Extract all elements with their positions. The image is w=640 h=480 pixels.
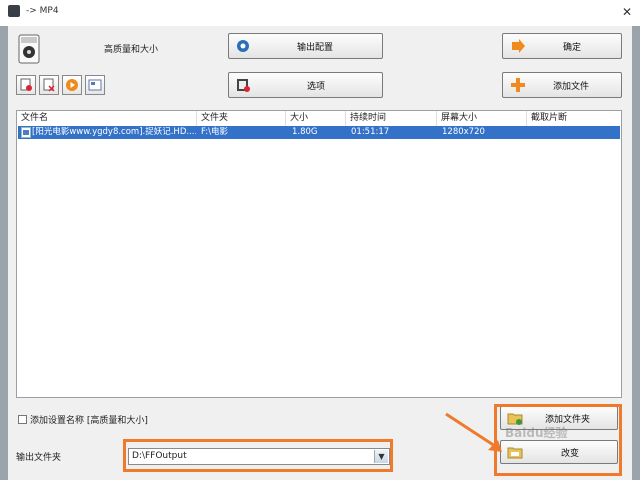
cell-duration: 01:51:17	[351, 127, 390, 137]
plus-icon	[511, 78, 525, 92]
app-icon	[8, 5, 20, 17]
column-header-duration[interactable]: 持续时间	[346, 111, 437, 126]
arrow-right-icon	[512, 39, 525, 53]
output-folder-label: 输出文件夹	[16, 453, 62, 463]
clear-icon	[43, 78, 55, 92]
clear-list-button[interactable]	[39, 75, 59, 95]
settings-icon	[237, 40, 249, 52]
add-setting-name-checkbox[interactable]	[18, 415, 27, 424]
play-button[interactable]	[62, 75, 82, 95]
media-info-icon	[88, 79, 102, 91]
file-remove-icon	[20, 78, 32, 91]
cell-size: 1.80G	[292, 127, 318, 137]
file-list[interactable]: 文件名 文件夹 大小 持续时间 屏幕大小 截取片断 [阳光电影www.ygdy8…	[16, 110, 622, 398]
app-window: -> MP4 ✕ 高质量和大小 输出配置 选项 确定 添加文件 文件名 文件夹 …	[0, 0, 640, 480]
output-config-label: 输出配置	[297, 42, 334, 53]
column-header-resolution[interactable]: 屏幕大小	[437, 111, 527, 126]
preset-label: 高质量和大小	[104, 45, 159, 55]
cell-resolution: 1280x720	[442, 127, 485, 137]
close-icon[interactable]: ✕	[614, 1, 640, 23]
column-header-folder[interactable]: 文件夹	[197, 111, 286, 126]
add-setting-name-label: 添加设置名称 [高质量和大小]	[30, 416, 148, 426]
annotation-arrow-icon	[445, 412, 502, 452]
ok-button[interactable]: 确定	[502, 33, 622, 59]
table-row[interactable]: [阳光电影www.ygdy8.com].捉妖记.HD.... F:\电影 1.8…	[18, 126, 620, 139]
column-header-size[interactable]: 大小	[286, 111, 346, 126]
options-button[interactable]: 选项	[228, 72, 383, 98]
cell-folder: F:\电影	[201, 127, 228, 137]
column-header-filename[interactable]: 文件名	[17, 111, 197, 126]
mp4-file-icon	[18, 34, 40, 64]
window-title: -> MP4	[26, 6, 59, 16]
video-file-icon	[21, 127, 31, 138]
options-label: 选项	[307, 81, 326, 92]
title-bar: -> MP4 ✕	[0, 0, 640, 26]
remove-file-button[interactable]	[16, 75, 36, 95]
film-options-icon	[237, 79, 250, 92]
cell-clip	[532, 126, 617, 139]
play-icon	[66, 79, 78, 91]
info-button[interactable]	[85, 75, 105, 95]
cell-filename: [阳光电影www.ygdy8.com].捉妖记.HD....	[32, 127, 196, 137]
add-file-label: 添加文件	[553, 81, 590, 92]
output-config-button[interactable]: 输出配置	[228, 33, 383, 59]
column-header-clip[interactable]: 截取片断	[527, 111, 621, 126]
watermark-text: Baidu经验	[505, 426, 568, 440]
background-window-strip-right	[632, 26, 640, 480]
add-file-button[interactable]: 添加文件	[502, 72, 622, 98]
background-window-strip	[0, 26, 8, 480]
highlight-box-output-folder	[123, 439, 393, 472]
ok-label: 确定	[563, 42, 582, 53]
